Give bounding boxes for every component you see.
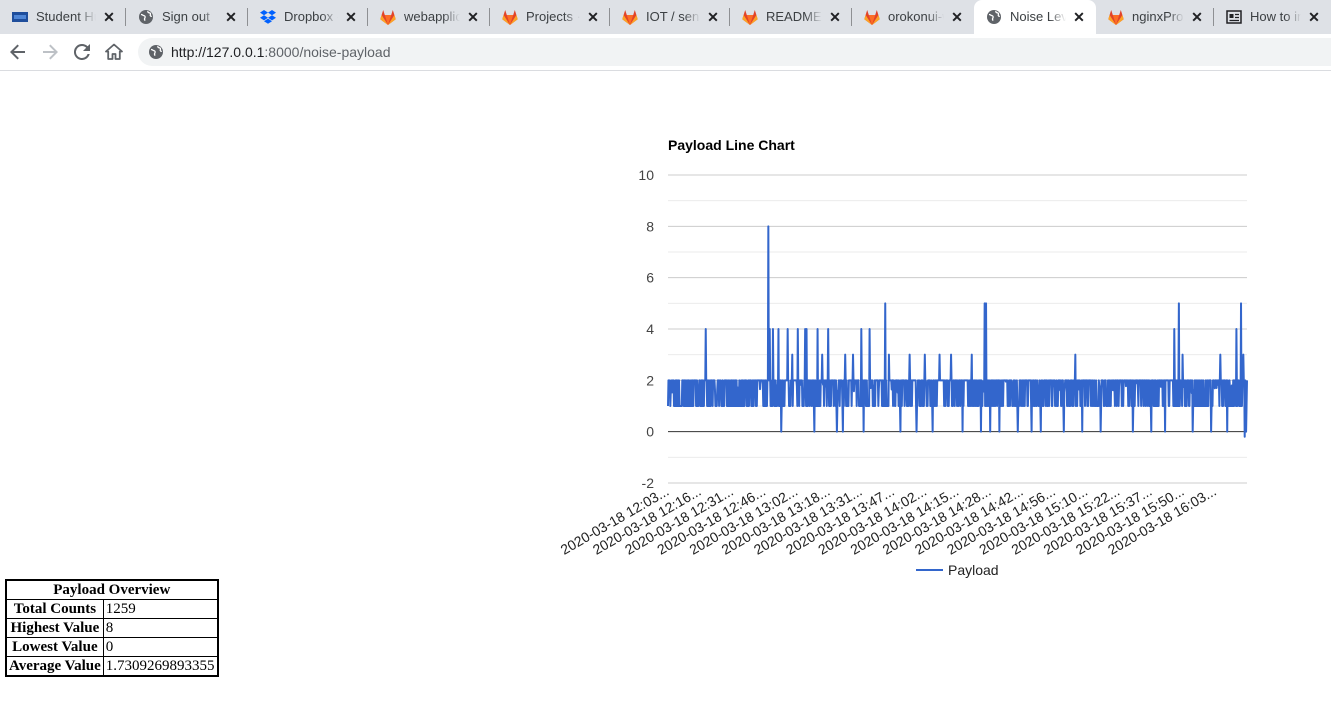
- tab-title: Projects · Dashboard: [526, 9, 580, 24]
- forward-button[interactable]: [36, 38, 64, 66]
- close-tab-icon[interactable]: ✕: [584, 8, 602, 26]
- row-label: Lowest Value: [5, 637, 104, 657]
- close-tab-icon[interactable]: ✕: [1070, 8, 1088, 26]
- url-path: :8000/noise-payload: [264, 44, 391, 60]
- tab-5[interactable]: IOT / sensor ✕: [610, 0, 730, 34]
- table-row: Average Value 1.7309269893355: [5, 656, 219, 677]
- tab-strip: Student Hub✕Sign out✕Dropbox - ✕webappli…: [0, 0, 1331, 34]
- tab-title: orokonui-web: [888, 9, 944, 24]
- table-row: Total Counts 1259: [5, 599, 219, 619]
- tab-title: How to install: [1250, 9, 1301, 24]
- gitlab-icon: [742, 9, 758, 25]
- arrow-left-icon: [10, 44, 25, 60]
- url-text: http://127.0.0.1:8000/noise-payload: [171, 44, 391, 60]
- tab-0[interactable]: Student Hub ✕: [0, 0, 126, 34]
- url-host: http://127.0.0.1: [171, 44, 265, 60]
- tab-9[interactable]: nginxProxy ✕: [1096, 0, 1214, 34]
- row-value: 0: [102, 637, 219, 657]
- row-label: Total Counts: [5, 599, 104, 619]
- tab-3[interactable]: webapplication ✕: [368, 0, 490, 34]
- globe-icon: [138, 9, 154, 25]
- chart-title: Payload Line Chart: [668, 137, 795, 153]
- close-tab-icon[interactable]: ✕: [1188, 8, 1206, 26]
- close-tab-icon[interactable]: ✕: [222, 8, 240, 26]
- payload-line-chart: Payload Line Chart1086420-22020-03-18 12…: [558, 137, 1248, 578]
- close-tab-icon[interactable]: ✕: [826, 8, 844, 26]
- home-icon: [105, 43, 123, 60]
- student-hub-icon: [12, 9, 28, 25]
- y-tick-label: 10: [638, 167, 654, 183]
- tab-2[interactable]: Dropbox - ✕: [248, 0, 368, 34]
- close-tab-icon[interactable]: ✕: [342, 8, 360, 26]
- row-label: Highest Value: [5, 618, 104, 638]
- reader-icon: [1226, 9, 1242, 25]
- tab-10[interactable]: How to install ✕: [1214, 0, 1331, 34]
- row-value: 1259: [102, 599, 219, 619]
- gitlab-icon: [622, 9, 638, 25]
- tab-title: Dropbox -: [284, 9, 338, 24]
- table-row: Lowest Value 0: [5, 637, 219, 657]
- y-tick-label: 0: [646, 424, 654, 440]
- close-tab-icon[interactable]: ✕: [464, 8, 482, 26]
- gitlab-icon: [380, 9, 396, 25]
- close-tab-icon[interactable]: ✕: [100, 8, 118, 26]
- close-tab-icon[interactable]: ✕: [704, 8, 722, 26]
- gitlab-icon: [502, 9, 518, 25]
- tab-1[interactable]: Sign out ✕: [126, 0, 248, 34]
- y-tick-label: 4: [646, 321, 654, 337]
- tab-8[interactable]: Noise Level ✕: [974, 0, 1096, 34]
- row-label: Average Value: [5, 656, 104, 677]
- tab-title: Noise Level: [1010, 9, 1066, 24]
- globe-icon: [986, 9, 1002, 25]
- row-value: 1.7309269893355: [102, 656, 219, 677]
- tab-title: README.md: [766, 9, 822, 24]
- tab-title: nginxProxy: [1132, 9, 1184, 24]
- y-tick-label: 2: [646, 372, 654, 388]
- series-line-payload: [667, 225, 1248, 438]
- dropbox-icon: [260, 9, 276, 25]
- close-tab-icon[interactable]: ✕: [948, 8, 966, 26]
- legend-label: Payload: [948, 562, 999, 578]
- table-title: Payload Overview: [5, 579, 219, 600]
- y-tick-label: 6: [646, 270, 654, 286]
- tab-title: Sign out: [162, 9, 210, 24]
- tab-title: IOT / sensor: [646, 9, 700, 24]
- payload-overview-table: Payload Overview Total Counts 1259 Highes…: [5, 579, 219, 677]
- tab-6[interactable]: README.md ✕: [730, 0, 852, 34]
- reload-button[interactable]: [68, 38, 96, 66]
- y-tick-label: 8: [646, 218, 654, 234]
- close-tab-icon[interactable]: ✕: [1305, 8, 1323, 26]
- back-button[interactable]: [4, 38, 32, 66]
- address-bar[interactable]: http://127.0.0.1:8000/noise-payload: [138, 38, 1331, 66]
- tab-title: Student Hub: [36, 9, 96, 24]
- gitlab-icon: [864, 9, 880, 25]
- tab-title: webapplication: [404, 9, 460, 24]
- tab-7[interactable]: orokonui-web ✕: [852, 0, 974, 34]
- tab-4[interactable]: Projects · Dashboard ✕: [490, 0, 610, 34]
- reload-icon: [74, 44, 90, 60]
- arrow-right-icon: [43, 44, 58, 60]
- gitlab-icon: [1108, 9, 1124, 25]
- globe-icon: [149, 45, 163, 59]
- home-button[interactable]: [100, 38, 128, 66]
- table-row: Highest Value 8: [5, 618, 219, 638]
- row-value: 8: [102, 618, 219, 638]
